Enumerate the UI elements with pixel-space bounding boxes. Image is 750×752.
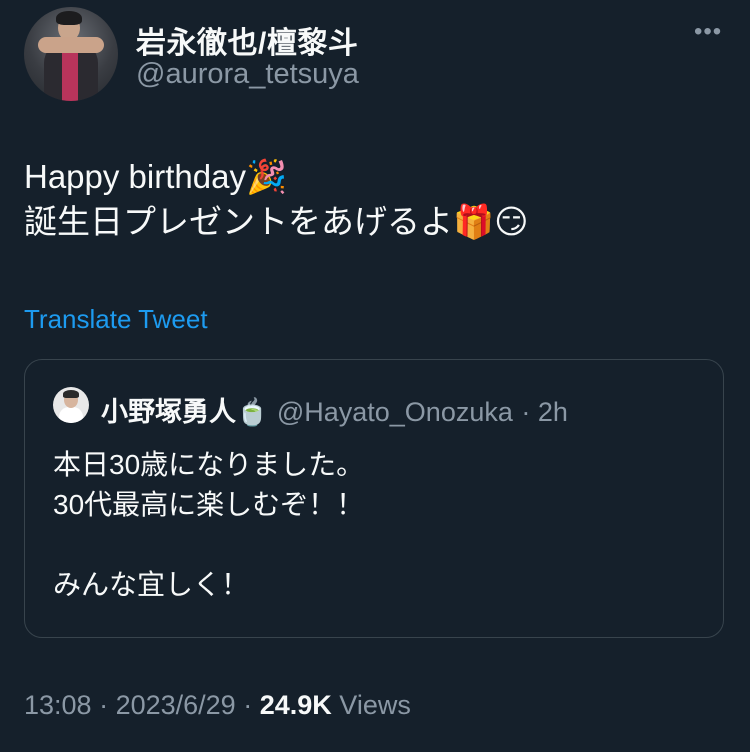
quoted-author-avatar (53, 387, 89, 423)
author-avatar[interactable] (24, 7, 118, 101)
avatar-figure-shirt (62, 47, 78, 101)
quoted-avatar-body (59, 407, 83, 423)
translate-tweet-link[interactable]: Translate Tweet (24, 304, 208, 335)
quoted-author-name: 小野塚勇人 (101, 397, 236, 427)
quoted-tweet-header: 小野塚勇人🍵 @Hayato_Onozuka · 2h (101, 390, 568, 429)
party-popper-emoji: 🎉 (245, 157, 288, 196)
quoted-tweet-time: · 2h (521, 397, 568, 427)
tweet-line-1: Happy birthday🎉 (24, 154, 529, 199)
quoted-tweet-text: 本日30歳になりました。 30代最高に楽しむぞ！！ みんな宜しく！ (53, 445, 364, 605)
tweet-line-1-text: Happy birthday (24, 158, 246, 195)
quoted-line: 30代最高に楽しむぞ！！ (53, 489, 365, 520)
quoted-line: みんな宜しく！ (53, 569, 250, 600)
quoted-line (53, 525, 364, 565)
author-handle[interactable]: @aurora_tetsuya (136, 58, 359, 91)
quoted-line: 本日30歳になりました。 (53, 449, 365, 480)
tea-emoji: 🍵 (236, 398, 269, 428)
quoted-tweet[interactable]: 小野塚勇人🍵 @Hayato_Onozuka · 2h 本日30歳になりました。… (24, 359, 724, 638)
smirk-face-emoji: 😏 (494, 202, 529, 241)
views-count: 24.9K (259, 690, 332, 720)
tweet-line-2-text: 誕生日プレゼントをあげるよ (24, 203, 453, 240)
quoted-author-handle: @Hayato_Onozuka (276, 397, 513, 427)
gift-emoji: 🎁 (453, 202, 495, 241)
avatar-figure-hair (56, 11, 82, 25)
tweet-time[interactable]: 13:08 (24, 690, 92, 720)
tweet-text: Happy birthday🎉 誕生日プレゼントをあげるよ🎁😏 (24, 154, 529, 244)
quoted-avatar-hair (63, 390, 79, 398)
views-label: Views (339, 690, 411, 720)
tweet-line-2: 誕生日プレゼントをあげるよ🎁😏 (24, 199, 529, 244)
tweet-meta: 13:08 · 2023/6/29 · 24.9K Views (24, 690, 411, 721)
more-options-icon[interactable]: ••• (694, 18, 722, 46)
avatar-figure-hands (38, 37, 104, 53)
author-display-name[interactable]: 岩永徹也/檀黎斗 (136, 18, 358, 62)
tweet-date[interactable]: · 2023/6/29 · (99, 690, 252, 720)
